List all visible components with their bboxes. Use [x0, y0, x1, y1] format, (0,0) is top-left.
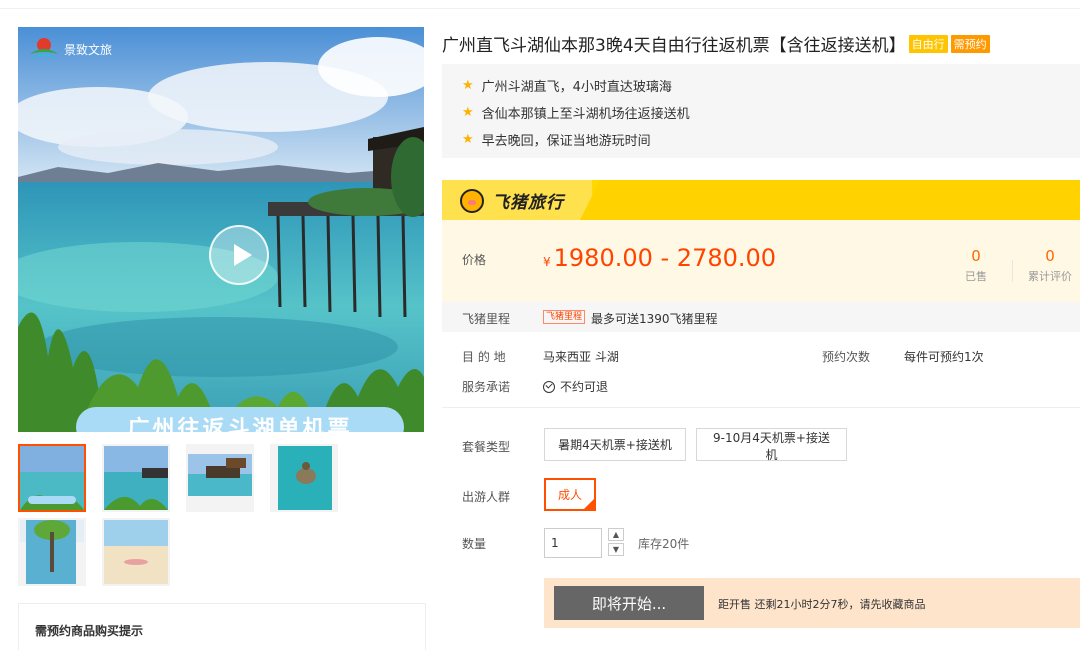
promise-row: 服务承诺 不约可退 — [442, 378, 1080, 398]
star-icon: ★ — [462, 132, 474, 147]
main-product-image[interactable]: 广州往返斗湖单机票 — [18, 27, 424, 432]
crowd-option-adult[interactable]: 成人 — [544, 478, 596, 511]
destination-value: 马来西亚 斗湖 — [543, 350, 619, 364]
product-title-text: 广州直飞斗湖仙本那3晚4天自由行往返机票【含往返接送机】 — [442, 36, 906, 56]
miles-badge: 飞猪里程 — [543, 310, 586, 324]
quantity-label: 数量 — [462, 537, 487, 551]
fliggy-logo: 飞猪旅行 — [460, 188, 564, 213]
feature-text: 广州斗湖直飞，4小时直达玻璃海 — [481, 80, 672, 95]
miles-text: 最多可送1390飞猪里程 — [591, 312, 718, 326]
booking-count-label: 预约次数 — [822, 350, 871, 364]
quantity-increase-button[interactable]: ▲ — [608, 528, 624, 541]
thumbnail-3-image — [188, 454, 252, 496]
thumbnail-6[interactable] — [102, 518, 170, 586]
brand-bar-fill — [600, 180, 1080, 220]
feature-item: ★ 含仙本那镇上至斗湖机场往返接送机 — [462, 99, 1080, 126]
thumbnail-1-image — [20, 446, 84, 510]
top-divider — [0, 8, 1080, 9]
thumbnail-2[interactable] — [102, 444, 170, 512]
tag-reservation: 需预约 — [950, 35, 990, 53]
thumbnail-1[interactable] — [18, 444, 86, 512]
miles-row: 飞猪里程 飞猪里程 最多可送1390飞猪里程 — [442, 302, 1080, 332]
stock-count: 库存20件 — [638, 537, 690, 551]
thumbnail-4-image — [278, 446, 332, 510]
review-label: 累计评价 — [1028, 270, 1072, 283]
brand-bar-divider — [580, 180, 600, 220]
fliggy-brand-name: 飞猪旅行 — [492, 193, 564, 213]
thumbnail-6-image — [104, 520, 168, 584]
thumbnail-3[interactable] — [186, 444, 254, 512]
promise-value[interactable]: 不约可退 — [543, 378, 608, 395]
feature-text: 早去晚回，保证当地游玩时间 — [481, 134, 651, 149]
promise-label: 服务承诺 — [462, 380, 511, 394]
logo-text: 景致文旅 — [64, 42, 113, 57]
package-option-sep-oct[interactable]: 9-10月4天机票+接送机 — [696, 428, 847, 462]
booking-notice: 需预约商品购买提示 — [18, 603, 426, 650]
currency-symbol: ¥ — [543, 255, 551, 269]
play-video-button[interactable] — [209, 225, 269, 285]
feature-item: ★ 早去晚回，保证当地游玩时间 — [462, 126, 1080, 153]
image-banner: 广州往返斗湖单机票 — [76, 407, 404, 432]
price-label: 价格 — [462, 253, 487, 267]
sold-label: 已售 — [965, 270, 987, 283]
leaf-logo-icon — [30, 38, 58, 58]
price-box: 价格 ¥1980.00 - 2780.00 0 已售 0 累计评价 — [442, 220, 1080, 302]
thumbnail-5-image — [20, 520, 84, 584]
thumbnail-5[interactable] — [18, 518, 86, 586]
feature-text: 含仙本那镇上至斗湖机场往返接送机 — [481, 107, 690, 122]
quantity-decrease-button[interactable]: ▼ — [608, 543, 624, 556]
sold-stat: 0 已售 — [954, 247, 998, 284]
feature-item: ★ 广州斗湖直飞，4小时直达玻璃海 — [462, 72, 1080, 99]
sale-countdown: 距开售 还剩21小时2分7秒，请先收藏商品 — [718, 598, 926, 611]
tag-self-guided: 自由行 — [908, 35, 948, 53]
crowd-label: 出游人群 — [462, 490, 511, 504]
section-divider — [442, 407, 1080, 408]
price-range: ¥1980.00 - 2780.00 — [543, 244, 776, 272]
check-circle-icon — [543, 381, 555, 393]
review-count: 0 — [1045, 247, 1055, 265]
promise-text: 不约可退 — [560, 380, 609, 394]
product-title: 广州直飞斗湖仙本那3晚4天自由行往返机票【含往返接送机】 自由行 需预约 — [442, 31, 990, 56]
star-icon: ★ — [462, 105, 474, 120]
buy-area: 即将开始... 距开售 还剩21小时2分7秒，请先收藏商品 — [544, 578, 1080, 628]
booking-count-value: 每件可预约1次 — [904, 350, 984, 364]
destination-label: 目 的 地 — [462, 350, 506, 364]
destination-row: 目 的 地 马来西亚 斗湖 预约次数 每件可预约1次 — [442, 348, 1080, 368]
package-type-label: 套餐类型 — [462, 440, 511, 454]
fliggy-pig-icon — [460, 188, 484, 213]
thumbnail-4[interactable] — [270, 444, 338, 512]
sold-count: 0 — [971, 247, 981, 265]
price-value: 1980.00 - 2780.00 — [553, 244, 777, 272]
coming-soon-button[interactable]: 即将开始... — [554, 586, 704, 620]
miles-label: 飞猪里程 — [462, 312, 511, 326]
package-option-summer[interactable]: 暑期4天机票+接送机 — [544, 428, 686, 461]
thumbnail-2-image — [104, 446, 168, 510]
fliggy-brand-bar: 飞猪旅行 — [442, 180, 1080, 220]
stat-divider — [1012, 260, 1013, 282]
brand-logo: 景致文旅 — [28, 36, 112, 62]
star-icon: ★ — [462, 78, 474, 93]
review-stat[interactable]: 0 累计评价 — [1020, 247, 1080, 284]
quantity-input[interactable] — [544, 528, 602, 558]
feature-list: ★ 广州斗湖直飞，4小时直达玻璃海 ★ 含仙本那镇上至斗湖机场往返接送机 ★ 早去晚回… — [442, 64, 1080, 158]
